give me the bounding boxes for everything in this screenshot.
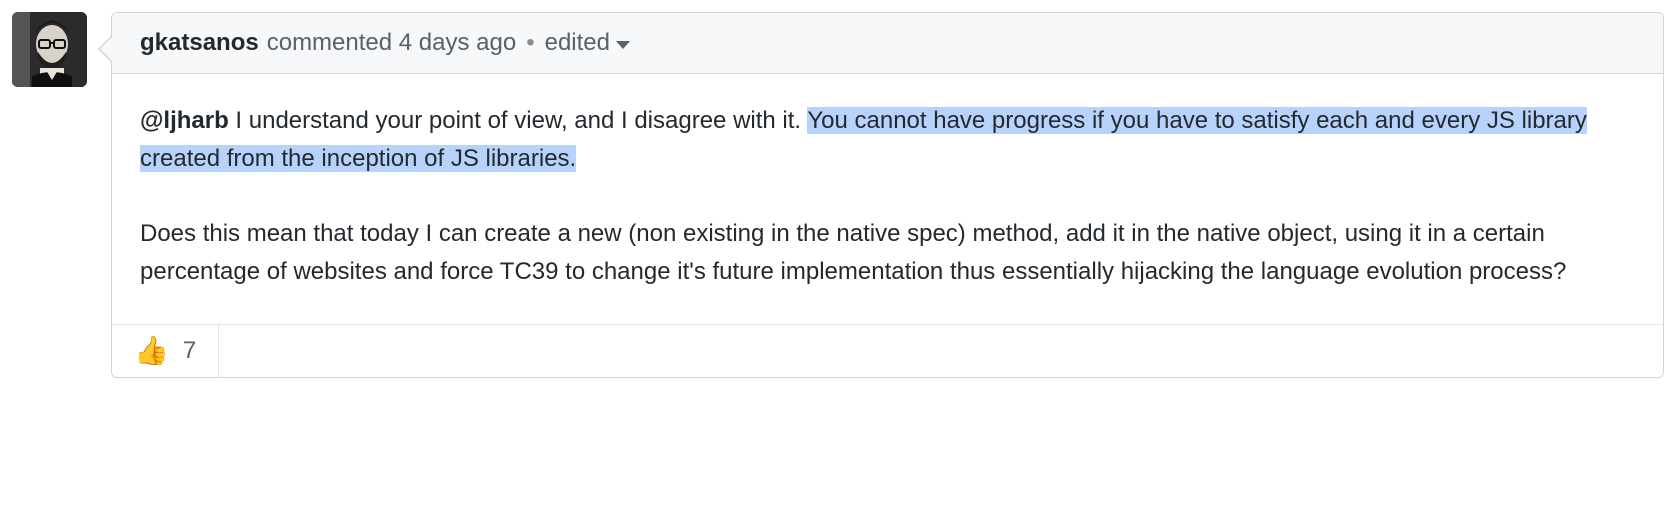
author-link[interactable]: gkatsanos	[140, 29, 259, 57]
edited-label: edited	[545, 29, 610, 57]
bullet-separator: •	[526, 29, 534, 57]
comment-wrapper: gkatsanos commented 4 days ago • edited …	[12, 12, 1664, 378]
comment-header: gkatsanos commented 4 days ago • edited	[112, 13, 1663, 74]
thumbs-up-icon: 👍	[134, 337, 169, 365]
reactions-bar: 👍 7	[112, 324, 1663, 377]
comment-body: @ljharb I understand your point of view,…	[112, 74, 1663, 324]
text-part1: I understand your point of view, and I d…	[229, 107, 808, 134]
user-mention[interactable]: @ljharb	[140, 107, 229, 134]
comment-action: commented	[267, 29, 392, 57]
timestamp-link[interactable]: 4 days ago	[399, 29, 516, 57]
caret-down-icon	[616, 41, 630, 49]
edited-dropdown[interactable]: edited	[545, 29, 630, 57]
avatar[interactable]	[12, 12, 87, 87]
comment-paragraph-2: Does this mean that today I can create a…	[140, 215, 1635, 292]
comment-paragraph-1: @ljharb I understand your point of view,…	[140, 102, 1635, 179]
reaction-count: 7	[183, 337, 196, 365]
spacer	[392, 29, 399, 57]
reaction-thumbs-up[interactable]: 👍 7	[112, 325, 219, 377]
comment-container: gkatsanos commented 4 days ago • edited …	[111, 12, 1664, 378]
